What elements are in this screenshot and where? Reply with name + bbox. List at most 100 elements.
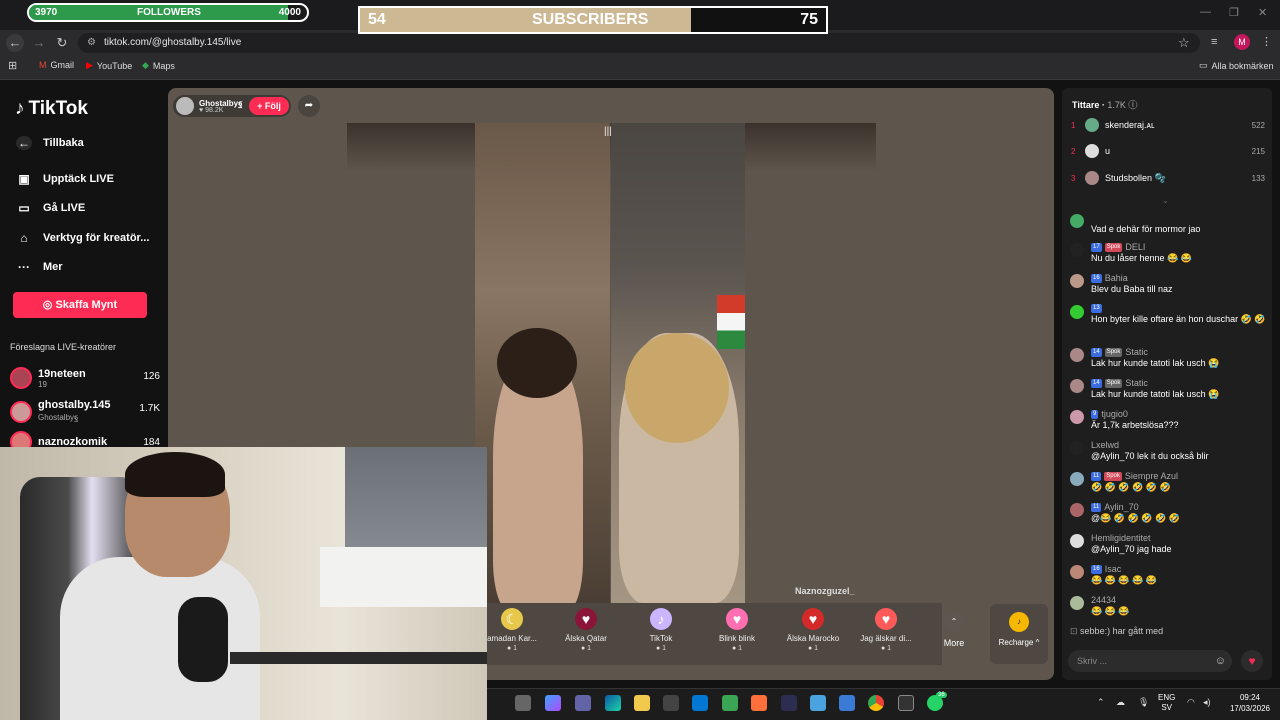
chat-username[interactable]: tjugio0	[1101, 409, 1128, 419]
back-link[interactable]: ← Tillbaka	[16, 136, 84, 150]
wifi-icon[interactable]: ◠	[1187, 697, 1195, 708]
bookmark-youtube[interactable]: ▶ YouTube	[86, 60, 132, 71]
avatar[interactable]	[1070, 214, 1084, 228]
chat-input[interactable]: Skriv ... ☺	[1068, 650, 1232, 672]
cloud-icon[interactable]: ☁	[1116, 697, 1125, 708]
store-icon[interactable]	[663, 695, 679, 711]
gift-item[interactable]: ♥ Älska Marocko ● 1	[778, 608, 848, 652]
chat-username[interactable]: 24434	[1091, 595, 1116, 605]
avatar[interactable]	[1070, 534, 1084, 548]
copilot-icon[interactable]	[545, 695, 561, 711]
sidebar-item-discover-live[interactable]: ▣ Upptäck LIVE	[16, 172, 114, 186]
chat-username[interactable]: Isac	[1105, 564, 1122, 574]
vscode-icon[interactable]	[781, 695, 797, 711]
share-icon[interactable]: ➦	[298, 95, 320, 117]
suggested-creator[interactable]: ghostalby.145 Ghostalbyฐ 1.7K	[10, 399, 160, 424]
reading-list-icon[interactable]: ≡	[1211, 36, 1217, 48]
expand-chevron-icon[interactable]: ⌄	[1162, 196, 1169, 205]
avatar[interactable]	[1070, 348, 1084, 362]
chat-username[interactable]: Hemligidentitet	[1091, 533, 1151, 543]
avatar[interactable]	[1070, 441, 1084, 455]
info-icon[interactable]: ⓘ	[1128, 100, 1137, 110]
speaker-icon[interactable]: ◂)	[1203, 697, 1211, 708]
gift-item[interactable]: ♥ Älska Qatar ● 1	[551, 608, 621, 652]
emoji-icon[interactable]: ☺	[1215, 650, 1226, 672]
site-info-icon[interactable]: ⚙	[87, 33, 96, 53]
reload-icon[interactable]: ↻	[53, 34, 71, 52]
bookmark-maps[interactable]: ◆ Maps	[142, 60, 175, 71]
level-badge: Spok	[1104, 378, 1123, 388]
join-icon: ⊡	[1070, 626, 1081, 636]
gift-item[interactable]: ☾ amadan Kar... ● 1	[477, 608, 547, 652]
edge-icon[interactable]	[605, 695, 621, 711]
chat-header: 11 Aylin_70	[1091, 502, 1266, 512]
avatar[interactable]	[1070, 274, 1084, 288]
avatar[interactable]	[1070, 503, 1084, 517]
sidebar-item-go-live[interactable]: ▭ Gå LIVE	[16, 201, 85, 215]
chat-username[interactable]: Aylin_70	[1104, 502, 1138, 512]
address-bar[interactable]: ⚙ tiktok.com/@ghostalby.145/live	[78, 33, 1200, 53]
file-explorer-icon[interactable]	[634, 695, 650, 711]
avatar[interactable]	[1070, 305, 1084, 319]
chat-username[interactable]: Bahia	[1105, 273, 1128, 283]
close-icon[interactable]: ✕	[1258, 6, 1267, 19]
chevron-up-icon[interactable]: ⌃	[1097, 697, 1105, 708]
suggested-heading: Föreslagna LIVE-kreatörer	[10, 342, 117, 352]
more-gifts-button[interactable]: ⌃ More	[936, 612, 972, 648]
avatar[interactable]	[1070, 243, 1084, 257]
top-viewer[interactable]: 3 Studsbollen 🫧 133	[1071, 171, 1265, 185]
apps-grid-icon[interactable]: ⊞	[8, 59, 17, 72]
all-bookmarks[interactable]: ▭ Alla bokmärken	[1199, 60, 1274, 71]
shield-icon[interactable]	[722, 695, 738, 711]
top-viewer[interactable]: 1 skenderaj.ᴀʟ 522	[1071, 118, 1265, 132]
bookmark-gmail[interactable]: M Gmail	[39, 60, 74, 70]
sidebar-item-creator-tools[interactable]: ⌂ Verktyg för kreatör...	[16, 231, 149, 245]
host-avatar	[176, 97, 194, 115]
photos-icon[interactable]	[810, 695, 826, 711]
chrome-icon[interactable]	[868, 695, 884, 711]
language-indicator[interactable]: ENG SV	[1158, 693, 1175, 713]
microphone-icon[interactable]: 🎙	[1138, 697, 1149, 708]
get-coins-button[interactable]: ◎ Skaffa Mynt	[13, 292, 147, 318]
gift-item[interactable]: ♪ TikTok ● 1	[626, 608, 696, 652]
avatar[interactable]	[1070, 410, 1084, 424]
avatar[interactable]	[1070, 472, 1084, 486]
task-view-icon[interactable]	[515, 695, 531, 711]
chat-username[interactable]: Static	[1125, 378, 1148, 388]
teams-icon[interactable]	[575, 695, 591, 711]
gift-item[interactable]: ♥ Blink blink ● 1	[702, 608, 772, 652]
level-badge: 11	[1091, 502, 1102, 512]
recharge-button[interactable]: ♪ Recharge ^	[990, 604, 1048, 664]
menu-kebab-icon[interactable]: ⋮	[1261, 35, 1272, 48]
outlook-icon[interactable]	[692, 695, 708, 711]
chat-text: Är 1,7k arbetslösa???	[1091, 420, 1179, 430]
avatar[interactable]	[1070, 379, 1084, 393]
follow-button[interactable]: + Följ	[249, 97, 289, 115]
forward-arrow-icon[interactable]: →	[30, 34, 48, 52]
minimize-icon[interactable]: —	[1200, 6, 1211, 18]
app-icon[interactable]	[751, 695, 767, 711]
obs-icon[interactable]	[898, 695, 914, 711]
clock[interactable]: 09:24 17/03/2026	[1224, 692, 1276, 714]
chat-text: Lak hur kunde tatoti lak usch 😭	[1091, 389, 1220, 399]
streamer-body	[60, 557, 260, 720]
avatar[interactable]	[1070, 596, 1084, 610]
top-viewer[interactable]: 2 u 215	[1071, 144, 1265, 158]
tiktok-logo[interactable]: ♪ TikTok	[15, 98, 88, 120]
maximize-icon[interactable]: ❐	[1229, 6, 1239, 19]
gift-item[interactable]: ♥ Jag älskar di... ● 1	[851, 608, 921, 652]
avatar[interactable]	[1070, 565, 1084, 579]
like-heart-button[interactable]: ♥	[1241, 650, 1263, 672]
chat-username[interactable]: Lxelwd	[1091, 440, 1119, 450]
profile-avatar[interactable]: M	[1234, 34, 1250, 50]
suggested-creator[interactable]: 19neteen 19 126	[10, 367, 160, 389]
back-arrow-icon[interactable]: ←	[6, 34, 24, 52]
chat-username[interactable]: Siempre Azul	[1125, 471, 1178, 481]
creator-tools-icon: ⌂	[20, 231, 28, 245]
star-bookmark-icon[interactable]: ☆	[1178, 35, 1190, 51]
maps-app-icon[interactable]	[839, 695, 855, 711]
sidebar-item-more[interactable]: ··· Mer	[16, 260, 63, 274]
chat-username[interactable]: DELI	[1125, 242, 1145, 252]
chat-header: Hemligidentitet	[1091, 533, 1266, 543]
chat-username[interactable]: Static	[1125, 347, 1148, 357]
